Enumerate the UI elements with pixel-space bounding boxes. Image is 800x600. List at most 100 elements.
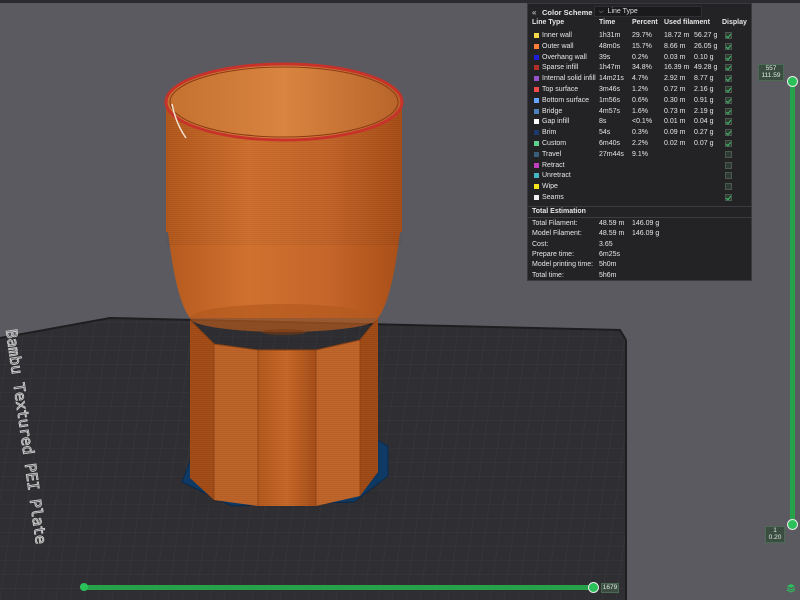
color-scheme-header[interactable]: « Color Scheme [532,7,592,18]
display-checkbox[interactable] [725,140,732,147]
display-checkbox[interactable] [725,107,732,115]
line-type-swatch [534,97,539,103]
line-type-name: Gap infill [542,118,570,126]
line-type-time: 54s [599,129,611,137]
line-type-name: Inner wall [542,32,572,39]
line-type-name: Seams [542,194,564,201]
display-checkbox[interactable] [725,64,732,72]
col-line-type: Line Type [532,19,565,26]
line-type-length: 0.03 m [664,53,686,61]
line-type-length: 0.02 m [664,140,686,147]
line-type-swatch [534,162,539,168]
bottom-layer-height: 0.20 [768,534,782,541]
legend-row: Top surface 3m46s 1.2% 0.72 m 2.16 g [528,84,751,95]
line-type-weight: 8.77 g [694,75,714,83]
line-type-time: 1m56s [599,96,621,104]
line-type-weight: 2.19 g [694,107,714,115]
legend-row: Outer wall 48m0s 15.7% 8.66 m 26.05 g [528,41,751,52]
display-checkbox[interactable] [725,129,732,137]
estimation-label: Model printing time: [532,261,594,269]
layers-icon[interactable] [786,583,796,593]
line-type-percent: 4.7% [632,75,648,83]
line-type-swatch [534,151,539,157]
estimation-value: 48.59 m [599,220,625,227]
line-type-percent: 29.7% [632,32,652,39]
layer-slider-bottom-handle[interactable] [787,519,798,530]
display-checkbox[interactable] [725,194,732,201]
collapse-icon[interactable]: « [532,8,542,17]
line-type-swatch [534,43,539,49]
line-type-time: 1h31m [599,32,621,39]
line-type-length: 18.72 m [664,32,690,39]
bottom-layer-tag: 1 0.20 [765,526,785,543]
legend-panel: « Color Scheme ⌵ Line Type Line Type Time… [527,3,752,281]
estimation-label: Model Filament: [532,230,582,238]
color-scheme-title: Color Scheme [542,8,593,17]
line-type-time: 39s [599,53,611,61]
layer-range-slider[interactable] [790,80,795,525]
display-checkbox[interactable] [725,86,732,93]
line-type-time: 14m21s [599,75,624,83]
color-scheme-select[interactable]: ⌵ Line Type [594,6,702,17]
line-type-name: Brim [542,129,557,137]
move-slider-tag: 1679 [601,583,619,593]
display-checkbox[interactable] [725,53,732,61]
line-type-time: 3m46s [599,86,621,93]
line-type-percent: 2.2% [632,140,648,147]
line-type-time: 8s [599,118,607,126]
line-type-time: 6m40s [599,140,621,147]
line-type-percent: 34.8% [632,64,652,72]
line-type-weight: 26.05 g [694,42,718,50]
move-slider-handle[interactable] [588,582,599,593]
line-type-percent: 1.6% [632,107,648,115]
estimation-row: Cost: 3.65 [528,240,751,250]
estimation-row: Total time: 5h6m [528,271,751,281]
layer-slider-top-handle[interactable] [787,76,798,87]
estimation-value: 5h0m [599,261,617,269]
display-checkbox[interactable] [725,161,732,169]
line-type-swatch [534,65,539,71]
line-type-weight: 2.16 g [694,86,714,93]
line-type-weight: 0.04 g [694,118,714,126]
line-type-swatch [534,173,539,179]
line-type-length: 0.01 m [664,118,686,126]
estimation-label: Total time: [532,271,564,279]
line-type-time: 48m0s [599,42,621,50]
line-type-name: Travel [542,150,562,158]
col-used-filament: Used filament [664,19,710,26]
display-checkbox[interactable] [725,32,732,39]
display-checkbox[interactable] [725,42,732,50]
line-type-length: 16.39 m [664,64,690,72]
display-checkbox[interactable] [725,75,732,83]
line-type-time: 1h47m [599,64,621,72]
line-type-time: 4m57s [599,107,621,115]
line-type-percent: 15.7% [632,42,652,50]
col-display: Display [722,19,747,26]
line-type-name: Wipe [542,183,558,191]
legend-separator [528,206,751,207]
estimation-value-2: 146.09 g [632,230,660,238]
estimation-value: 3.65 [599,240,613,248]
legend-row: Custom 6m40s 2.2% 0.02 m 0.07 g [528,138,751,149]
move-slider[interactable] [80,585,594,590]
line-type-swatch [534,108,539,114]
line-type-swatch [534,76,539,82]
line-type-weight: 0.27 g [694,129,714,137]
display-checkbox[interactable] [725,96,732,104]
display-checkbox[interactable] [725,172,732,180]
display-checkbox[interactable] [725,118,732,126]
line-type-percent: 9.1% [632,150,648,158]
line-type-length: 0.30 m [664,96,686,104]
top-layer-tag: 557 111.59 [758,64,784,81]
line-type-swatch [534,184,539,190]
legend-row: Gap infill 8s <0.1% 0.01 m 0.04 g [528,116,751,127]
line-type-swatch [534,54,539,60]
line-type-swatch [534,130,539,136]
legend-row: Inner wall 1h31m 29.7% 18.72 m 56.27 g [528,30,751,41]
line-type-length: 2.92 m [664,75,686,83]
line-type-length: 0.09 m [664,129,686,137]
col-time: Time [599,19,616,26]
display-checkbox[interactable] [725,150,732,158]
chevron-down-icon: ⌵ [599,9,604,15]
display-checkbox[interactable] [725,183,732,191]
